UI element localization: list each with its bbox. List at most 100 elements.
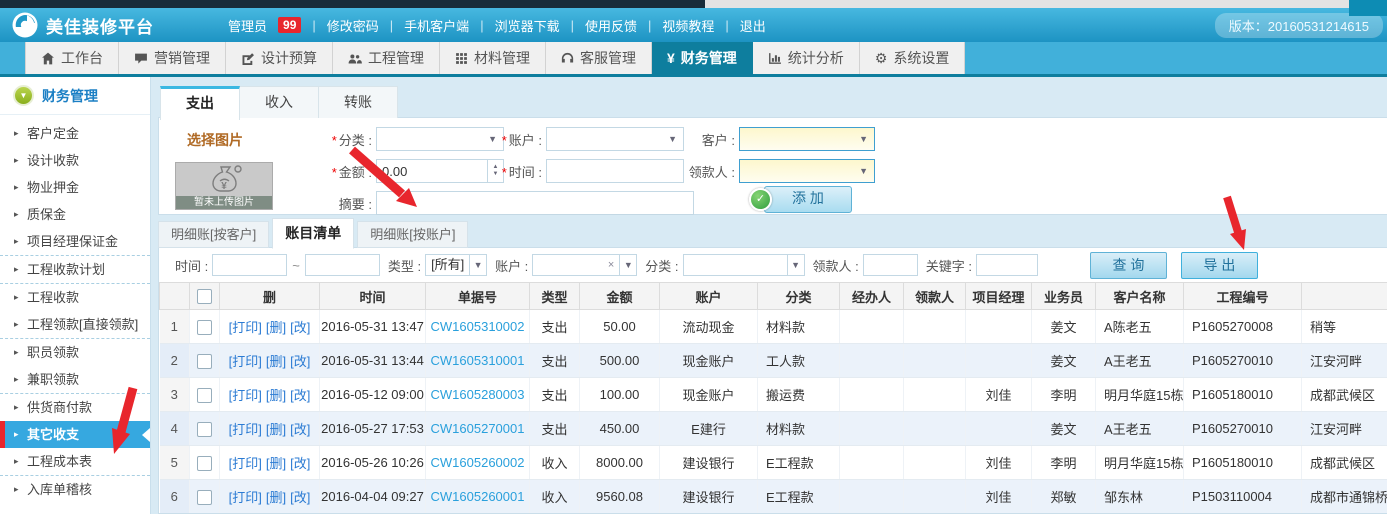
message-count-badge[interactable]: 99	[278, 17, 301, 33]
list-tab-0[interactable]: 明细账[按客户]	[158, 221, 269, 248]
topmenu-item-logout[interactable]: 退出	[740, 16, 766, 35]
sidebar-header[interactable]: ▼ 财务管理	[0, 77, 150, 115]
edit-link[interactable]: [改]	[290, 320, 310, 335]
filter-keyword-input[interactable]	[976, 254, 1038, 276]
topmenu-item-admin[interactable]: 管理员	[228, 16, 267, 35]
filter-time-to-input[interactable]	[305, 254, 380, 276]
doc-number-link[interactable]: CW1605280003	[431, 387, 525, 402]
sidebar-item-0[interactable]: ▸客户定金	[0, 120, 150, 147]
topmenu-item-mobile-client[interactable]: 手机客户端	[404, 16, 469, 35]
print-link[interactable]: [打印]	[229, 354, 262, 369]
amount-input[interactable]: 0.00▲▼	[376, 159, 504, 183]
nav-tab-headset[interactable]: 客服管理	[546, 42, 652, 74]
chevron-down-icon[interactable]: ▼	[469, 255, 486, 275]
entry-tab-1[interactable]: 收入	[240, 86, 319, 118]
sidebar-item-10[interactable]: ▸供货商付款	[0, 394, 150, 421]
payee-select[interactable]: ▼	[739, 159, 875, 183]
topmenu-item-browser-download[interactable]: 浏览器下载	[495, 16, 560, 35]
collapse-circle-icon[interactable]: ▼	[13, 85, 34, 106]
filter-account-combo[interactable]: ×▼	[532, 254, 637, 276]
sidebar-item-12[interactable]: ▸工程成本表	[0, 448, 150, 476]
topmenu-item-video-tutorial[interactable]: 视频教程	[662, 16, 714, 35]
delete-link[interactable]: [删]	[266, 320, 286, 335]
edit-link[interactable]: [改]	[290, 354, 310, 369]
select-all-checkbox[interactable]	[197, 289, 212, 304]
time-input[interactable]	[546, 159, 684, 183]
nav-tab-users[interactable]: 工程管理	[333, 42, 440, 74]
row-checkbox[interactable]	[197, 422, 212, 437]
print-link[interactable]: [打印]	[229, 456, 262, 471]
delete-link[interactable]: [删]	[266, 354, 286, 369]
print-link[interactable]: [打印]	[229, 388, 262, 403]
account-select[interactable]: ▼	[546, 127, 684, 151]
nav-tab-grid[interactable]: 材料管理	[440, 42, 546, 74]
customer-select[interactable]: ▼	[739, 127, 875, 151]
category-select[interactable]: ▼	[376, 127, 504, 151]
doc-no-cell: CW1605310002	[426, 310, 530, 344]
sidebar-item-2[interactable]: ▸物业押金	[0, 174, 150, 201]
sidebar-item-6[interactable]: ▸工程收款	[0, 284, 150, 311]
row-checkbox[interactable]	[197, 490, 212, 505]
list-tab-1[interactable]: 账目清单	[272, 218, 354, 249]
sidebar-item-11[interactable]: ▸其它收支	[0, 421, 150, 448]
topmenu-item-change-password[interactable]: 修改密码	[327, 16, 379, 35]
sidebar-item-5[interactable]: ▸工程收款计划	[0, 256, 150, 284]
delete-link[interactable]: [删]	[266, 388, 286, 403]
export-button[interactable]: 导 出	[1181, 252, 1258, 279]
account-cell: 现金账户	[660, 378, 758, 412]
row-checkbox[interactable]	[197, 456, 212, 471]
print-link[interactable]: [打印]	[229, 422, 262, 437]
nav-tab-chart[interactable]: 统计分析	[753, 42, 860, 74]
entry-tab-0[interactable]: 支出	[160, 86, 240, 120]
column-header: 删	[220, 283, 320, 310]
filter-payee-input[interactable]	[863, 254, 918, 276]
row-checkbox[interactable]	[197, 320, 212, 335]
row-actions-cell: [打印] [删] [改]	[220, 310, 320, 344]
search-button[interactable]: 查 询	[1090, 252, 1167, 279]
choose-image-label[interactable]: 选择图片	[187, 130, 243, 150]
doc-number-link[interactable]: CW1605310001	[431, 353, 525, 368]
nav-tab-yen[interactable]: ¥财务管理	[652, 42, 753, 74]
sidebar-item-4[interactable]: ▸项目经理保证金	[0, 228, 150, 256]
row-actions-cell: [打印] [删] [改]	[220, 480, 320, 514]
sidebar-item-8[interactable]: ▸职员领款	[0, 339, 150, 366]
print-link[interactable]: [打印]	[229, 320, 262, 335]
sidebar-item-3[interactable]: ▸质保金	[0, 201, 150, 228]
filter-category-select[interactable]: ▼	[683, 254, 805, 276]
list-tab-2[interactable]: 明细账[按账户]	[357, 221, 468, 248]
doc-number-link[interactable]: CW1605260001	[431, 489, 525, 504]
row-checkbox[interactable]	[197, 388, 212, 403]
doc-number-link[interactable]: CW1605260002	[431, 455, 525, 470]
add-button[interactable]: 添 加	[764, 186, 852, 213]
handler-cell	[840, 480, 904, 514]
edit-link[interactable]: [改]	[290, 456, 310, 471]
nav-tab-edit[interactable]: 设计预算	[226, 42, 333, 74]
sidebar-item-1[interactable]: ▸设计收款	[0, 147, 150, 174]
chevron-down-icon[interactable]: ▼	[787, 255, 804, 275]
image-upload-placeholder[interactable]: ¥ 暂未上传图片	[175, 162, 273, 210]
topmenu-item-feedback[interactable]: 使用反馈	[585, 16, 637, 35]
row-checkbox[interactable]	[197, 354, 212, 369]
clear-icon[interactable]: ×	[608, 259, 614, 271]
edit-link[interactable]: [改]	[290, 490, 310, 505]
filter-type-select[interactable]: [所有]▼	[425, 254, 487, 276]
entry-tab-2[interactable]: 转账	[319, 86, 398, 118]
sidebar-item-9[interactable]: ▸兼职领款	[0, 366, 150, 394]
sidebar-item-13[interactable]: ▸入库单稽核	[0, 476, 150, 503]
delete-link[interactable]: [删]	[266, 490, 286, 505]
summary-input[interactable]	[376, 191, 694, 215]
nav-tab-gear[interactable]: ⚙系统设置	[860, 42, 966, 74]
print-link[interactable]: [打印]	[229, 490, 262, 505]
delete-link[interactable]: [删]	[266, 422, 286, 437]
chevron-down-icon[interactable]: ▼	[619, 255, 636, 275]
doc-number-link[interactable]: CW1605270001	[431, 421, 525, 436]
nav-tab-home[interactable]: 工作台	[25, 42, 119, 74]
doc-number-link[interactable]: CW1605310002	[431, 319, 525, 334]
category-cell: 搬运费	[758, 378, 840, 412]
edit-link[interactable]: [改]	[290, 422, 310, 437]
edit-link[interactable]: [改]	[290, 388, 310, 403]
delete-link[interactable]: [删]	[266, 456, 286, 471]
filter-time-from-input[interactable]	[212, 254, 287, 276]
nav-tab-chat[interactable]: 营销管理	[119, 42, 226, 74]
sidebar-item-7[interactable]: ▸工程领款[直接领款]	[0, 311, 150, 339]
